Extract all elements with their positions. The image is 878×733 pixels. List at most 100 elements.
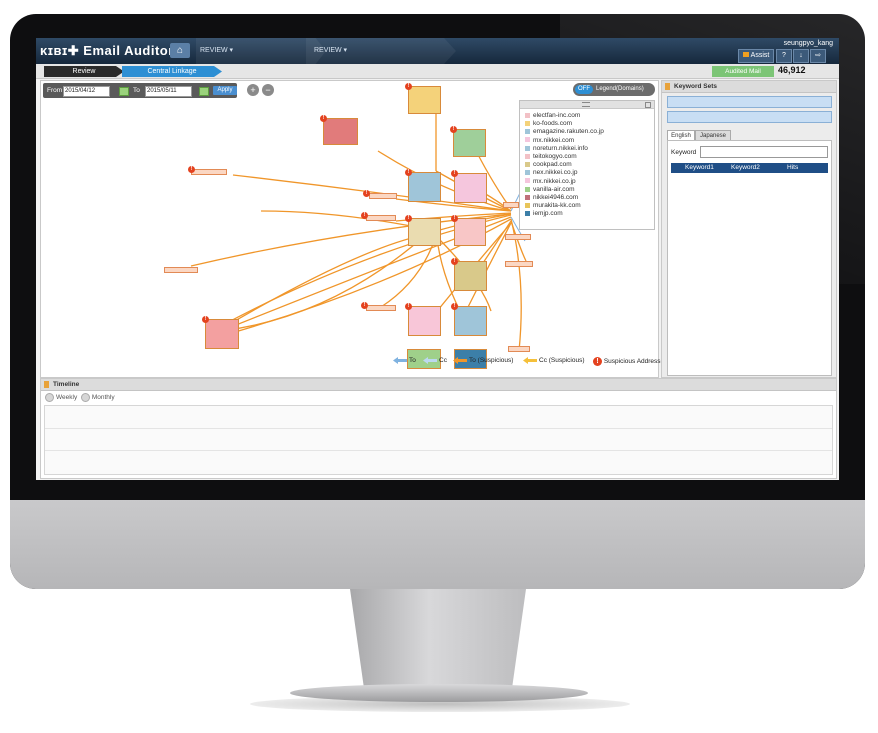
graph-node[interactable] — [408, 306, 441, 336]
domain-legend-item: noreturn.nikkei.info — [525, 145, 588, 152]
edge-legend-to-suspicious: To (Suspicious) — [453, 357, 513, 364]
domain-legend-item: mx.nikkei.com — [525, 137, 574, 144]
graph-node[interactable] — [454, 173, 487, 203]
graph-node[interactable] — [408, 86, 441, 114]
chat-icon — [742, 52, 749, 57]
domain-name: mx.nikkei.co.jp — [533, 177, 576, 185]
graph-address-node[interactable] — [366, 215, 396, 221]
edge-legend-suspicious-address-label: Suspicious Address — [603, 358, 661, 366]
monitor-chin — [10, 500, 865, 589]
logout-button[interactable]: ⇨ — [810, 49, 826, 63]
graph-node[interactable] — [454, 261, 487, 291]
graph-address-node[interactable] — [164, 267, 198, 273]
keyword-table-header: Keyword1 Keyword2 Hits — [671, 163, 828, 173]
monthly-radio[interactable] — [80, 393, 90, 402]
keyword-set-slot[interactable] — [667, 111, 832, 123]
domain-color-swatch — [525, 194, 530, 200]
tab-review[interactable]: Review — [44, 66, 124, 77]
panel-icon — [44, 381, 49, 388]
apply-button[interactable]: Apply — [213, 86, 237, 95]
legend-resize-icon[interactable] — [645, 102, 651, 108]
breadcrumb-review-2[interactable]: REVIEW ▾ — [314, 46, 347, 54]
domain-legend-item: murakita-kk.com — [525, 202, 581, 209]
domain-legend-item: emagazine.rakuten.co.jp — [525, 128, 604, 135]
domain-color-swatch — [525, 129, 530, 135]
graph-address-node[interactable] — [505, 261, 533, 267]
from-date-input[interactable]: 2015/04/12 — [63, 86, 110, 97]
domain-color-swatch — [525, 145, 530, 151]
graph-node[interactable] — [323, 118, 358, 145]
suspicious-address-icon: ! — [451, 303, 458, 310]
tab-central-linkage[interactable]: Central Linkage — [122, 66, 222, 77]
graph-address-node[interactable] — [503, 202, 519, 208]
keyword-sets-title: Keyword Sets — [674, 83, 717, 90]
domain-legend-item: nikkei4946.com — [525, 194, 578, 201]
graph-node[interactable] — [454, 218, 486, 246]
legend-toggle[interactable]: OFF Legend(Domains) — [573, 83, 655, 96]
domain-legend-item: electfan-inc.com — [525, 112, 580, 119]
col-keyword2[interactable]: Keyword2 — [731, 163, 760, 173]
graph-node[interactable] — [454, 306, 487, 336]
graph-address-node[interactable] — [191, 169, 227, 175]
timeline-chart-area[interactable] — [44, 405, 833, 475]
legend-drag-icon[interactable] — [582, 102, 590, 107]
domain-color-swatch — [525, 178, 530, 184]
domain-color-swatch — [525, 211, 530, 217]
to-calendar-icon[interactable] — [199, 87, 209, 96]
home-button[interactable]: ⌂ — [170, 43, 190, 58]
suspicious-address-icon: ! — [451, 215, 458, 222]
suspicious-address-icon: ! — [202, 316, 209, 323]
to-arrow-icon — [393, 357, 407, 364]
download-button[interactable]: ↓ — [793, 49, 809, 63]
breadcrumb-review-1[interactable]: REVIEW ▾ — [200, 46, 233, 54]
graph-address-node[interactable] — [366, 305, 396, 311]
graph-address-node[interactable] — [505, 234, 531, 240]
central-linkage-graph[interactable]: From 2015/04/12 To 2015/05/11 Apply + − … — [40, 80, 661, 378]
legend-toggle-state[interactable]: OFF — [575, 85, 593, 94]
audited-mail-count: 46,912 — [778, 65, 806, 75]
keyword-set-slot[interactable] — [667, 96, 832, 108]
graph-address-node[interactable] — [508, 346, 530, 352]
domain-name: iemjp.com — [533, 210, 563, 218]
suspicious-address-icon: ! — [361, 302, 368, 309]
zoom-out-icon[interactable]: − — [262, 84, 274, 96]
suspicious-address-icon: ! — [593, 357, 602, 366]
suspicious-address-icon: ! — [405, 215, 412, 222]
domain-legend-item: nex.nikkei.co.jp — [525, 169, 577, 176]
legend-toggle-title: Legend(Domains) — [596, 86, 644, 92]
to-date-input[interactable]: 2015/05/11 — [145, 86, 192, 97]
domain-name: teitokogyo.com — [533, 153, 577, 160]
from-calendar-icon[interactable] — [119, 87, 129, 96]
domain-name: emagazine.rakuten.co.jp — [533, 128, 604, 136]
graph-node[interactable] — [205, 319, 239, 349]
domain-legend-item: teitokogyo.com — [525, 153, 577, 160]
domain-color-swatch — [525, 202, 530, 208]
timeline-title: Timeline — [53, 381, 80, 388]
weekly-radio[interactable] — [45, 393, 54, 402]
graph-node[interactable] — [408, 218, 441, 246]
keyword-sets-panel: Keyword Sets English Japanese Keyword Ke… — [661, 80, 837, 378]
to-suspicious-arrow-icon — [453, 357, 467, 364]
graph-address-node[interactable] — [369, 193, 397, 199]
col-keyword1[interactable]: Keyword1 — [685, 163, 714, 173]
top-bar: ᴋɪʙɪ✚ Email Auditor ⌂ REVIEW ▾ REVIEW ▾ … — [36, 38, 839, 64]
suspicious-address-icon: ! — [361, 212, 368, 219]
edge-legend-cc-suspicious: Cc (Suspicious) — [523, 357, 585, 364]
graph-node[interactable] — [453, 129, 486, 157]
domain-name: nex.nikkei.co.jp — [533, 169, 578, 177]
suspicious-address-icon: ! — [405, 303, 412, 310]
help-button[interactable]: ? — [776, 49, 792, 63]
keyword-input[interactable] — [700, 146, 828, 158]
domain-name: murakita-kk.com — [533, 202, 581, 210]
graph-node[interactable] — [408, 172, 441, 202]
domain-legend-item: ko-foods.com — [525, 120, 572, 127]
assist-button[interactable]: Assist — [738, 49, 774, 63]
domain-color-swatch — [525, 112, 530, 118]
domain-color-swatch — [525, 161, 530, 167]
domain-name: mx.nikkei.com — [533, 136, 575, 144]
weekly-label: Weekly — [56, 394, 78, 402]
suspicious-address-icon: ! — [405, 83, 412, 90]
assist-label: Assist — [750, 52, 770, 59]
zoom-in-icon[interactable]: + — [247, 84, 259, 96]
col-hits[interactable]: Hits — [787, 163, 798, 173]
